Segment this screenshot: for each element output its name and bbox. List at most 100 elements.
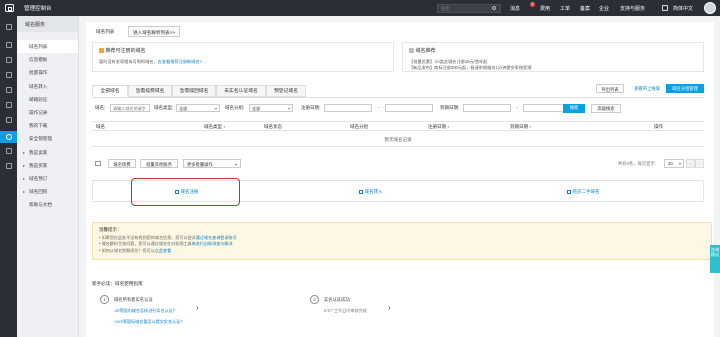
network-icon[interactable] xyxy=(5,87,12,93)
recommend-link[interactable]: 去查看推荐注册新域名> xyxy=(158,59,202,64)
database-icon[interactable] xyxy=(5,72,12,78)
renew-button[interactable]: 域名续费 xyxy=(108,159,136,168)
nav-item-label: 域名列表 xyxy=(29,44,48,49)
quick-action-bar: 域名注册 域名转入 购买二手域名 xyxy=(92,180,704,202)
group-filter-select[interactable]: 全部 xyxy=(249,104,293,112)
batch-link-button[interactable]: 查看带上线域 xyxy=(630,84,664,93)
nav-item-label: 信息模板 xyxy=(29,57,48,63)
console-logo-icon[interactable] xyxy=(5,4,14,12)
chevron-right-icon: › xyxy=(196,303,199,312)
domain-transfer-link[interactable]: 域名转入 xyxy=(359,181,383,203)
transfer-icon xyxy=(359,189,363,194)
language-switch[interactable]: 简体中文 xyxy=(673,5,693,12)
grid-icon[interactable] xyxy=(5,42,12,48)
nav-item-buyback[interactable]: ▸ 域名回购 xyxy=(17,185,78,198)
top-nav-support[interactable]: 支持与服务 xyxy=(620,5,645,12)
feedback-float-tab[interactable]: 咨询 建议 xyxy=(710,245,720,273)
cart-icon[interactable] xyxy=(662,4,668,11)
type-filter-select[interactable]: 全部 xyxy=(176,104,220,112)
tip-2-link[interactable]: 来进行自助排查与解决 xyxy=(192,241,233,246)
domain-filter-input[interactable] xyxy=(110,104,150,112)
export-list-button[interactable]: 导出列表 xyxy=(596,84,624,93)
nav-item-operation-log[interactable]: 操作记录 xyxy=(17,106,78,119)
analytics-icon[interactable] xyxy=(5,148,12,154)
domain-register-link[interactable]: 域名注册 xyxy=(175,181,199,203)
search-button[interactable]: 搜索 xyxy=(563,104,585,113)
top-nav-ticket[interactable]: 工单 xyxy=(560,5,570,12)
nav-item-email-verify[interactable]: 邮箱验证 xyxy=(17,93,78,106)
console-title[interactable]: 管理控制台 xyxy=(24,4,52,12)
nav-item-label: 安全锁管理 xyxy=(29,136,52,142)
guide-title: 新手必读：域名使用指南 xyxy=(92,281,143,286)
nav-item-seller[interactable]: ▸ 我是卖家 xyxy=(17,146,78,159)
search-icon[interactable] xyxy=(492,5,496,10)
security-icon[interactable] xyxy=(5,117,12,123)
tips-box: 温馨提示： • 如果您在此处不没有找到您的域名信息，您可以尝试通过域名查询登录账… xyxy=(92,222,712,260)
notice-card: 域名推荐 【批量优惠】.cn类全域名注册18元/首年起 【新品发布】商标注册30… xyxy=(402,42,704,72)
reg-date-end-input[interactable] xyxy=(385,104,433,112)
nav-item-buyer[interactable]: ▸ 我是买家 xyxy=(17,159,78,172)
nav-item-reservation[interactable]: ▸ 域名预订 xyxy=(17,172,78,185)
step-1-title: 域名所有者实名认证 xyxy=(114,297,153,302)
pager-summary: 共有0条，每页显示: xyxy=(618,161,656,166)
chevron-down-icon: ▾ xyxy=(678,161,681,166)
top-nav-fees[interactable]: 费用 xyxy=(540,5,550,12)
globe-icon[interactable] xyxy=(5,134,12,140)
top-nav-beian[interactable]: 备案 xyxy=(580,5,590,12)
tab-unverified[interactable]: 未实名认证域名 xyxy=(216,85,266,97)
bulb-icon xyxy=(99,48,104,53)
nav-item-transfer-in[interactable]: 域名转入 xyxy=(17,80,78,93)
col-actions: 操作 xyxy=(654,124,663,129)
notice-icon xyxy=(409,48,414,53)
server-icon[interactable] xyxy=(5,57,12,63)
storage-icon[interactable] xyxy=(5,102,12,108)
sort-icon[interactable]: ▾ xyxy=(530,125,532,129)
col-type[interactable]: 域名类型 ▾ xyxy=(204,122,225,132)
nav-item-label: 邮箱验证 xyxy=(29,96,48,102)
beginner-guide: 新手必读：域名使用指南 1 域名所有者实名认证 .cn等国内域名怎样进行实名认证… xyxy=(92,281,712,337)
tip-3-link[interactable]: 点此查看 xyxy=(155,248,171,253)
tab-all-domains[interactable]: 全部域名 xyxy=(92,85,128,97)
expand-arrow-icon: ▸ xyxy=(23,175,26,181)
next-page-button[interactable]: › xyxy=(695,159,704,168)
nav-item-my-downloads[interactable]: 我的下载 xyxy=(17,119,78,132)
select-all-checkbox[interactable] xyxy=(95,160,101,166)
prev-page-button[interactable]: ‹ xyxy=(686,159,695,168)
more-batch-ops-select[interactable]: 更多批量操作 ▾ xyxy=(183,159,241,168)
advanced-search-button[interactable]: 高级搜索 xyxy=(591,104,621,113)
menu-icon[interactable] xyxy=(5,24,12,30)
step-1-link-com[interactable]: .com等国际域名要怎么提交实名认证? xyxy=(114,319,182,325)
tip-3-text: • 如何从域名到期续住？您可以 xyxy=(99,247,155,253)
col-reg-date[interactable]: 注册日期 ▾ xyxy=(428,122,449,132)
top-nav-enterprise[interactable]: 企业 xyxy=(599,5,609,12)
top-nav-message[interactable]: 消息 xyxy=(510,5,520,12)
tab-urgent-redeem[interactable]: 急需赎回域名 xyxy=(172,85,216,97)
nav-item-info-template[interactable]: 信息模板 xyxy=(17,53,78,66)
nav-item-batch-ops[interactable]: 批量操作 xyxy=(17,66,78,79)
expand-arrow-icon: ▸ xyxy=(23,149,26,155)
page-size-select[interactable]: 20 ▾ xyxy=(664,159,684,168)
tips-title: 温馨提示： xyxy=(99,227,122,232)
nav-item-domain-list[interactable]: 域名列表 xyxy=(17,40,78,54)
step-1-link-cn[interactable]: .cn等国内域名怎样进行实名认证? xyxy=(114,308,175,314)
product-icon-sidebar xyxy=(0,16,17,337)
nav-item-security-lock[interactable]: 安全锁管理 xyxy=(17,132,78,145)
buy-secondhand-link[interactable]: 购买二手域名 xyxy=(567,181,600,203)
goto-dns-list-button[interactable]: 进入域名解析列表>> xyxy=(128,26,181,37)
sort-icon[interactable]: ▾ xyxy=(448,125,450,129)
other-services-button[interactable]: 批量其他服务 xyxy=(140,159,178,168)
tab-preregistered[interactable]: 预登记域名 xyxy=(266,85,306,97)
user-avatar[interactable] xyxy=(704,2,716,14)
tab-urgent-renew[interactable]: 急需续费域名 xyxy=(128,85,172,97)
col-expire-date[interactable]: 到期日期 ▾ xyxy=(510,122,531,132)
expire-date-start-input[interactable] xyxy=(463,104,511,112)
sort-icon[interactable]: ▾ xyxy=(224,125,226,129)
monitor-icon[interactable] xyxy=(5,163,12,169)
tab-domain-list[interactable]: 域名列表 xyxy=(92,26,118,37)
tip-1-link[interactable]: 通过域名查询登录账号 xyxy=(196,235,237,240)
nav-item-label: 帮助与文档 xyxy=(29,202,52,208)
reg-date-start-input[interactable] xyxy=(324,104,372,112)
group-manage-button[interactable]: 域名分组管理 xyxy=(666,84,704,93)
nav-item-help-docs[interactable]: 帮助与文档 xyxy=(17,198,78,211)
notice-line-2[interactable]: 【新品发布】商标注册300元起，极速申报服务1分钟提交系统受理 xyxy=(409,65,697,71)
